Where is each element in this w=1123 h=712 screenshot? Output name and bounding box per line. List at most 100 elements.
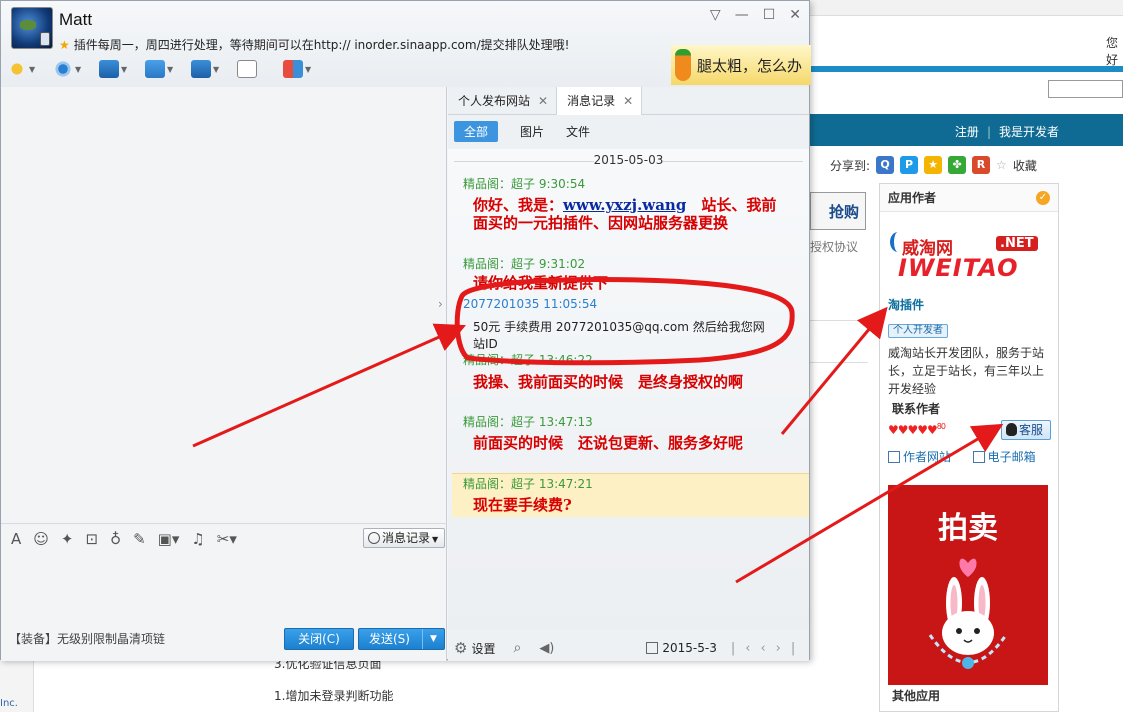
agreement-link[interactable]: 授权协议 — [810, 238, 858, 255]
remote-desktop-button[interactable]: ▼ — [99, 57, 135, 81]
sender: 精品阁：超子 — [463, 177, 536, 191]
collapse-arrow-icon[interactable]: › — [438, 297, 443, 311]
edit-icon[interactable]: ✎ — [133, 530, 146, 548]
close-tab-icon[interactable]: ✕ — [623, 87, 633, 115]
chat-window: Matt ★ 插件每周一，周四进行处理，等待期间可以在http:// inorde… — [0, 0, 811, 661]
send-label: 发送(S) — [369, 632, 410, 646]
clover-share-icon[interactable]: ✤ — [948, 156, 967, 174]
customer-service-button[interactable]: 客服 — [1001, 420, 1051, 440]
message-meta: 精品阁：超子 13:46:22 — [463, 351, 593, 368]
history-nav-icons[interactable]: |‹‹›| — [731, 641, 805, 656]
tab-personal-site[interactable]: 个人发布网站 ✕ — [448, 87, 556, 115]
font-icon[interactable]: A — [11, 530, 21, 548]
message-history-button[interactable]: 消息记录 ▼ — [363, 528, 445, 548]
customer-service-label: 客服 — [1019, 423, 1044, 437]
share-screen-button[interactable]: ▼ — [191, 57, 227, 81]
buy-button[interactable]: 抢购 — [810, 192, 866, 230]
multi-chat-button[interactable] — [237, 57, 273, 81]
voice-call-button[interactable]: ▼ — [7, 57, 43, 81]
tab-message-history[interactable]: 消息记录 ✕ — [556, 87, 643, 115]
send-file-button[interactable]: ▼ — [145, 57, 181, 81]
screenshot-icon[interactable]: ✂▾ — [217, 530, 237, 548]
inc-text: Inc. — [0, 698, 18, 709]
share-label: 分享到: — [830, 158, 871, 173]
website-icon — [888, 451, 900, 463]
email-icon — [972, 451, 985, 463]
auction-banner[interactable]: 拍卖 — [888, 485, 1048, 685]
site-search-input[interactable] — [1048, 80, 1123, 98]
app-author-panel: 应用作者 ✓ 威淘网 .NET IWEITAO 淘插件 个人开发者 威淘站长开发… — [879, 183, 1059, 712]
contact-name[interactable]: Matt — [59, 10, 92, 30]
history-date[interactable]: 2015-5-3 — [662, 641, 716, 655]
status-text: 插件每周一，周四进行处理，等待期间可以在http:// inorder.sina… — [73, 38, 570, 52]
message-text: 现在要手续费? — [473, 496, 572, 514]
register-link[interactable]: 注册 — [955, 125, 979, 139]
sender: 精品阁：超子 — [463, 415, 536, 429]
email-link[interactable]: 电子邮箱 — [988, 450, 1036, 464]
microphone-icon — [7, 60, 27, 78]
qq-share-icon[interactable]: Q — [876, 156, 895, 174]
clock-icon — [368, 532, 380, 544]
penguin-icon — [1006, 423, 1017, 436]
weitao-logo[interactable]: 威淘网 .NET IWEITAO — [888, 224, 1048, 286]
message-meta: 精品阁：超子 13:47:21 — [463, 475, 593, 492]
filter-images[interactable]: 图片 — [520, 121, 544, 142]
plugin-name-link[interactable]: 淘插件 — [888, 296, 924, 313]
ad-banner[interactable]: 腿太粗，怎么办 — [671, 45, 811, 85]
speaker-icon[interactable]: ◀) — [539, 641, 554, 656]
voice-msg-icon[interactable]: ♁ — [110, 530, 121, 548]
send-button[interactable]: 发送(S) ▼ — [358, 628, 445, 650]
emoji-icon[interactable]: ☺ — [33, 530, 49, 548]
gear-icon[interactable]: ⚙ — [454, 639, 467, 657]
timestamp: 13:47:21 — [538, 477, 593, 491]
search-icon[interactable]: ⌕ — [513, 640, 521, 656]
shake-icon[interactable]: ⊡ — [85, 530, 98, 548]
close-icon[interactable]: ✕ — [789, 7, 801, 23]
compose-pane: › A ☺ ✦ ⊡ ♁ ✎ ▣▾ ♫ ✂▾ 消息记录 ▼ 【装备】无级别限制晶清项… — [1, 87, 447, 661]
author-site-link[interactable]: 作者网站 — [903, 450, 951, 464]
date-separator: 2015-05-03 — [448, 153, 809, 167]
browser-top-strip — [810, 0, 1123, 16]
image-icon[interactable]: ▣▾ — [158, 530, 180, 548]
chat-toolbar: ▼ ▼ ▼ ▼ ▼ ▼ — [7, 57, 319, 81]
sender: 精品阁：超子 — [463, 353, 536, 367]
qzone-share-icon[interactable]: ★ — [924, 156, 943, 174]
renren-share-icon[interactable]: R — [972, 156, 991, 174]
sender: 精品阁：超子 — [463, 257, 536, 271]
favorite-link[interactable]: 收藏 — [1013, 157, 1037, 174]
music-icon[interactable]: ♫ — [191, 530, 204, 548]
verified-icon: ✓ — [1036, 191, 1050, 205]
weibo-share-icon[interactable]: P — [900, 156, 919, 174]
message-text: 我操、我前面买的时候 是终身授权的啊 — [473, 373, 744, 391]
skin-dropdown-icon[interactable]: ▽ — [710, 7, 721, 23]
close-tab-icon[interactable]: ✕ — [538, 87, 548, 115]
magic-icon[interactable]: ✦ — [61, 530, 74, 548]
developer-link[interactable]: 我是开发者 — [999, 125, 1059, 139]
avatar[interactable] — [11, 7, 53, 49]
star-icon: ☆ — [996, 158, 1007, 172]
phone-icon — [40, 32, 50, 46]
minimize-icon[interactable]: — — [735, 7, 749, 23]
chevron-down-icon: ▼ — [167, 64, 174, 74]
filter-files[interactable]: 文件 — [566, 121, 590, 142]
website-link[interactable]: www.yxzj.wang — [563, 196, 686, 214]
message-history-label: 消息记录 — [382, 531, 431, 545]
folder-icon — [145, 60, 165, 78]
timestamp: 13:47:13 — [538, 415, 593, 429]
close-button[interactable]: 关闭(C) — [284, 628, 354, 650]
settings-link[interactable]: 设置 — [471, 640, 495, 657]
message-text: 前面买的时候 还说包更新、服务多好呢 — [473, 434, 744, 452]
bunny-icon — [928, 558, 1008, 669]
calendar-icon[interactable] — [646, 642, 659, 654]
screen-share-icon — [191, 60, 211, 78]
filter-all[interactable]: 全部 — [454, 121, 499, 142]
site-nav-bar: 注册 | 我是开发者 — [810, 114, 1123, 146]
apps-grid-icon — [283, 60, 303, 78]
apps-button[interactable]: ▼ — [283, 57, 319, 81]
maximize-icon[interactable]: ☐ — [763, 7, 776, 23]
send-options-icon[interactable]: ▼ — [422, 629, 444, 649]
history-footer: ⚙ 设置 ⌕ ◀) 2015-5-3 |‹‹›| — [448, 635, 809, 661]
video-call-button[interactable]: ▼ — [53, 57, 89, 81]
chevron-down-icon: ▼ — [213, 64, 220, 74]
timestamp: 9:31:02 — [538, 257, 586, 271]
